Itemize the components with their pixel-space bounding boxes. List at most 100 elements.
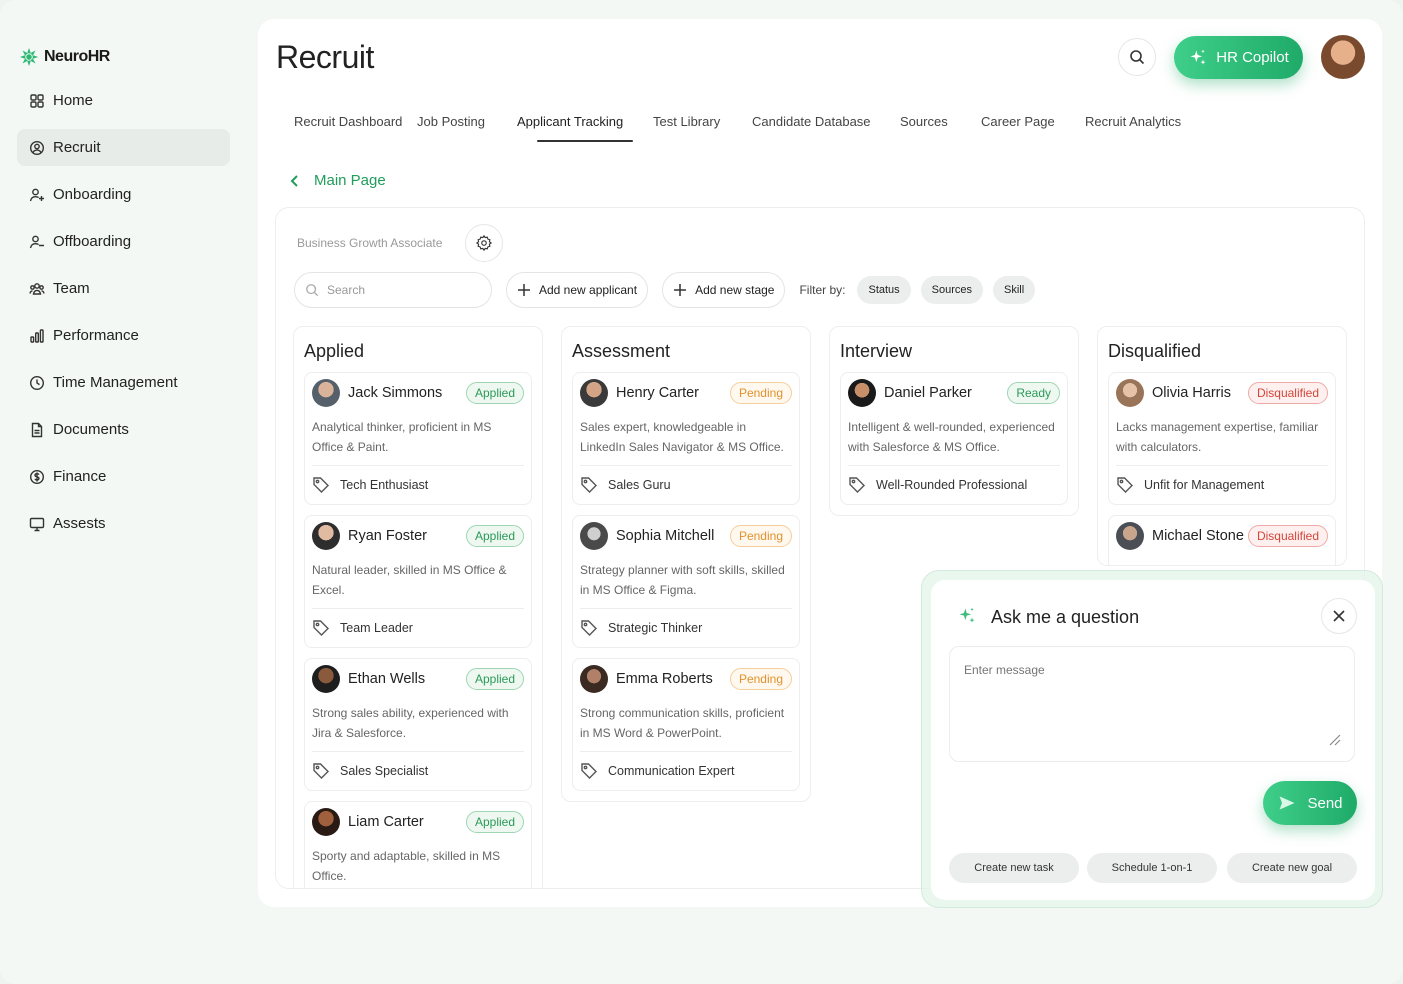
applicant-summary: Analytical thinker, proficient in MS Off… [312, 407, 524, 466]
sidebar-item-label: Onboarding [53, 186, 132, 203]
back-to-main-page[interactable]: Main Page [288, 172, 386, 189]
tab-sources[interactable]: Sources [900, 114, 981, 129]
applicant-card[interactable]: Emma Roberts Pending Strong communication… [572, 658, 800, 791]
dollar-icon [29, 469, 45, 484]
sidebar-item-team[interactable]: Team [17, 270, 230, 307]
job-title: Business Growth Associate [297, 236, 443, 250]
applicant-summary: Strategy planner with soft skills, skill… [580, 550, 792, 609]
status-badge: Pending [729, 668, 792, 690]
avatar [312, 808, 340, 836]
message-input[interactable] [949, 646, 1355, 762]
global-search-button[interactable] [1118, 38, 1156, 76]
grid-icon [30, 93, 44, 108]
document-icon [31, 422, 43, 437]
applicant-name: Ryan Foster [348, 528, 427, 544]
team-icon [29, 282, 45, 295]
applicant-card[interactable]: Michael StoneDisqualified Troublesome bu… [1108, 515, 1336, 565]
filter-skill-chip[interactable]: Skill [993, 276, 1036, 304]
applicant-tag: Tech Enthusiast [312, 466, 524, 504]
job-settings-button[interactable] [465, 224, 503, 262]
close-icon [1333, 610, 1345, 622]
stage-title: Applied [304, 341, 365, 361]
applicant-name: Olivia Harris [1152, 385, 1231, 401]
applicant-tag: Well-Rounded Professional [848, 466, 1060, 504]
avatar [580, 522, 608, 550]
stage-title: Assessment [572, 341, 671, 361]
applicant-card[interactable]: Ryan Foster Applied Natural leader, skill… [304, 515, 532, 648]
filter-status-chip[interactable]: Status [857, 276, 911, 304]
applicant-card[interactable]: Henry Carter Pending Sales expert, knowle… [572, 372, 800, 505]
applicant-card[interactable]: Sophia Mitchell Pending Strategy planner … [572, 515, 800, 648]
sidebar-item-assests[interactable]: Assests [17, 505, 230, 542]
brand-name: NeuroHR [44, 48, 110, 65]
sidebar-item-recruit[interactable]: Recruit [17, 129, 230, 166]
applicant-name: Emma Roberts [616, 671, 713, 687]
send-button[interactable]: Send [1263, 781, 1357, 825]
applicant-summary: Troublesome but possesses soft skills, f… [1116, 550, 1328, 565]
add-applicant-button[interactable]: Add new applicant [506, 272, 649, 308]
applicant-card[interactable]: Olivia Harris Disqualified Lacks manageme… [1108, 372, 1336, 505]
applicant-name: Daniel Parker [884, 385, 972, 401]
sidebar-item-home[interactable]: Home [17, 82, 230, 119]
stage-column-applied: Applied Jack Simmons Applied Analytical t… [293, 326, 543, 888]
applicant-search-input[interactable]: Search [294, 272, 492, 308]
avatar [312, 522, 340, 550]
status-badge: Applied [465, 811, 524, 833]
applicant-summary: Strong sales ability, experienced with J… [312, 693, 524, 752]
tab-recruit-dashboard[interactable]: Recruit Dashboard [294, 114, 417, 129]
brand-logo[interactable]: NeuroHR [18, 46, 110, 68]
applicant-card[interactable]: Jack Simmons Applied Analytical thinker, … [304, 372, 532, 505]
status-badge: Applied [465, 668, 524, 690]
tab-career-page[interactable]: Career Page [981, 114, 1085, 129]
status-badge: Applied [465, 525, 524, 547]
schedule-1on1-button[interactable]: Schedule 1-on-1 [1087, 853, 1217, 883]
sidebar-item-performance[interactable]: Performance [17, 317, 230, 354]
user-circle-icon [29, 140, 45, 155]
applicant-summary: Strong communication skills, proficient … [580, 693, 792, 752]
tab-recruit-analytics[interactable]: Recruit Analytics [1085, 114, 1181, 129]
tab-candidate-database[interactable]: Candidate Database [752, 114, 900, 129]
applicant-name: Ethan Wells [348, 671, 426, 687]
tag-label: Sales Guru [608, 478, 671, 492]
tag-icon [581, 620, 597, 636]
add-stage-button[interactable]: Add new stage [662, 272, 786, 308]
tag-label: Unfit for Management [1144, 478, 1265, 492]
applicant-name: Jack Simmons [348, 385, 443, 401]
tab-test-library[interactable]: Test Library [653, 114, 752, 129]
applicant-name: Sophia Mitchell [616, 528, 715, 544]
resize-handle-icon[interactable] [1327, 732, 1341, 746]
sidebar-item-documents[interactable]: Documents [17, 411, 230, 448]
user-plus-icon [29, 188, 44, 201]
stage-column-interview: Interview Daniel Parker Ready Intelligent… [829, 326, 1079, 516]
ask-question-popup: Ask me a question Send Create new task S… [921, 570, 1383, 908]
board-toolbar: Search Add new applicant Add new stage F… [294, 272, 1036, 308]
neurohr-logo-icon [19, 47, 39, 67]
hr-copilot-button[interactable]: HR Copilot [1174, 36, 1303, 79]
sidebar-item-onboarding[interactable]: Onboarding [17, 176, 230, 213]
sidebar-item-time-management[interactable]: Time Management [17, 364, 230, 401]
sidebar-nav: Home Recruit Onboarding Offboarding Team… [17, 82, 230, 552]
sidebar-item-label: Finance [53, 468, 107, 485]
tag-label: Team Leader [340, 621, 413, 635]
applicant-card[interactable]: Liam Carter Applied Sporty and adaptable,… [304, 801, 532, 888]
applicant-card[interactable]: Daniel Parker Ready Intelligent & well-ro… [840, 372, 1068, 505]
close-button[interactable] [1321, 598, 1357, 634]
tag-label: Communication Expert [608, 764, 735, 778]
tab-applicant-tracking[interactable]: Applicant Tracking [517, 114, 653, 142]
chevron-left-icon [290, 174, 298, 187]
tag-label: Tech Enthusiast [340, 478, 429, 492]
filter-sources-chip[interactable]: Sources [920, 276, 984, 304]
sidebar-item-offboarding[interactable]: Offboarding [17, 223, 230, 260]
sidebar-item-finance[interactable]: Finance [17, 458, 230, 495]
user-minus-icon [29, 235, 44, 248]
create-goal-button[interactable]: Create new goal [1227, 853, 1357, 883]
sidebar-item-label: Time Management [53, 374, 178, 391]
sidebar-item-label: Team [53, 280, 90, 297]
applicant-card[interactable]: Ethan Wells Applied Strong sales ability,… [304, 658, 532, 791]
create-task-button[interactable]: Create new task [949, 853, 1079, 883]
app-window: NeuroHR Home Recruit Onboarding Offboard… [0, 0, 1403, 984]
plus-icon [518, 284, 530, 296]
tab-job-posting[interactable]: Job Posting [417, 114, 517, 129]
user-avatar[interactable] [1321, 35, 1365, 79]
avatar [580, 379, 608, 407]
